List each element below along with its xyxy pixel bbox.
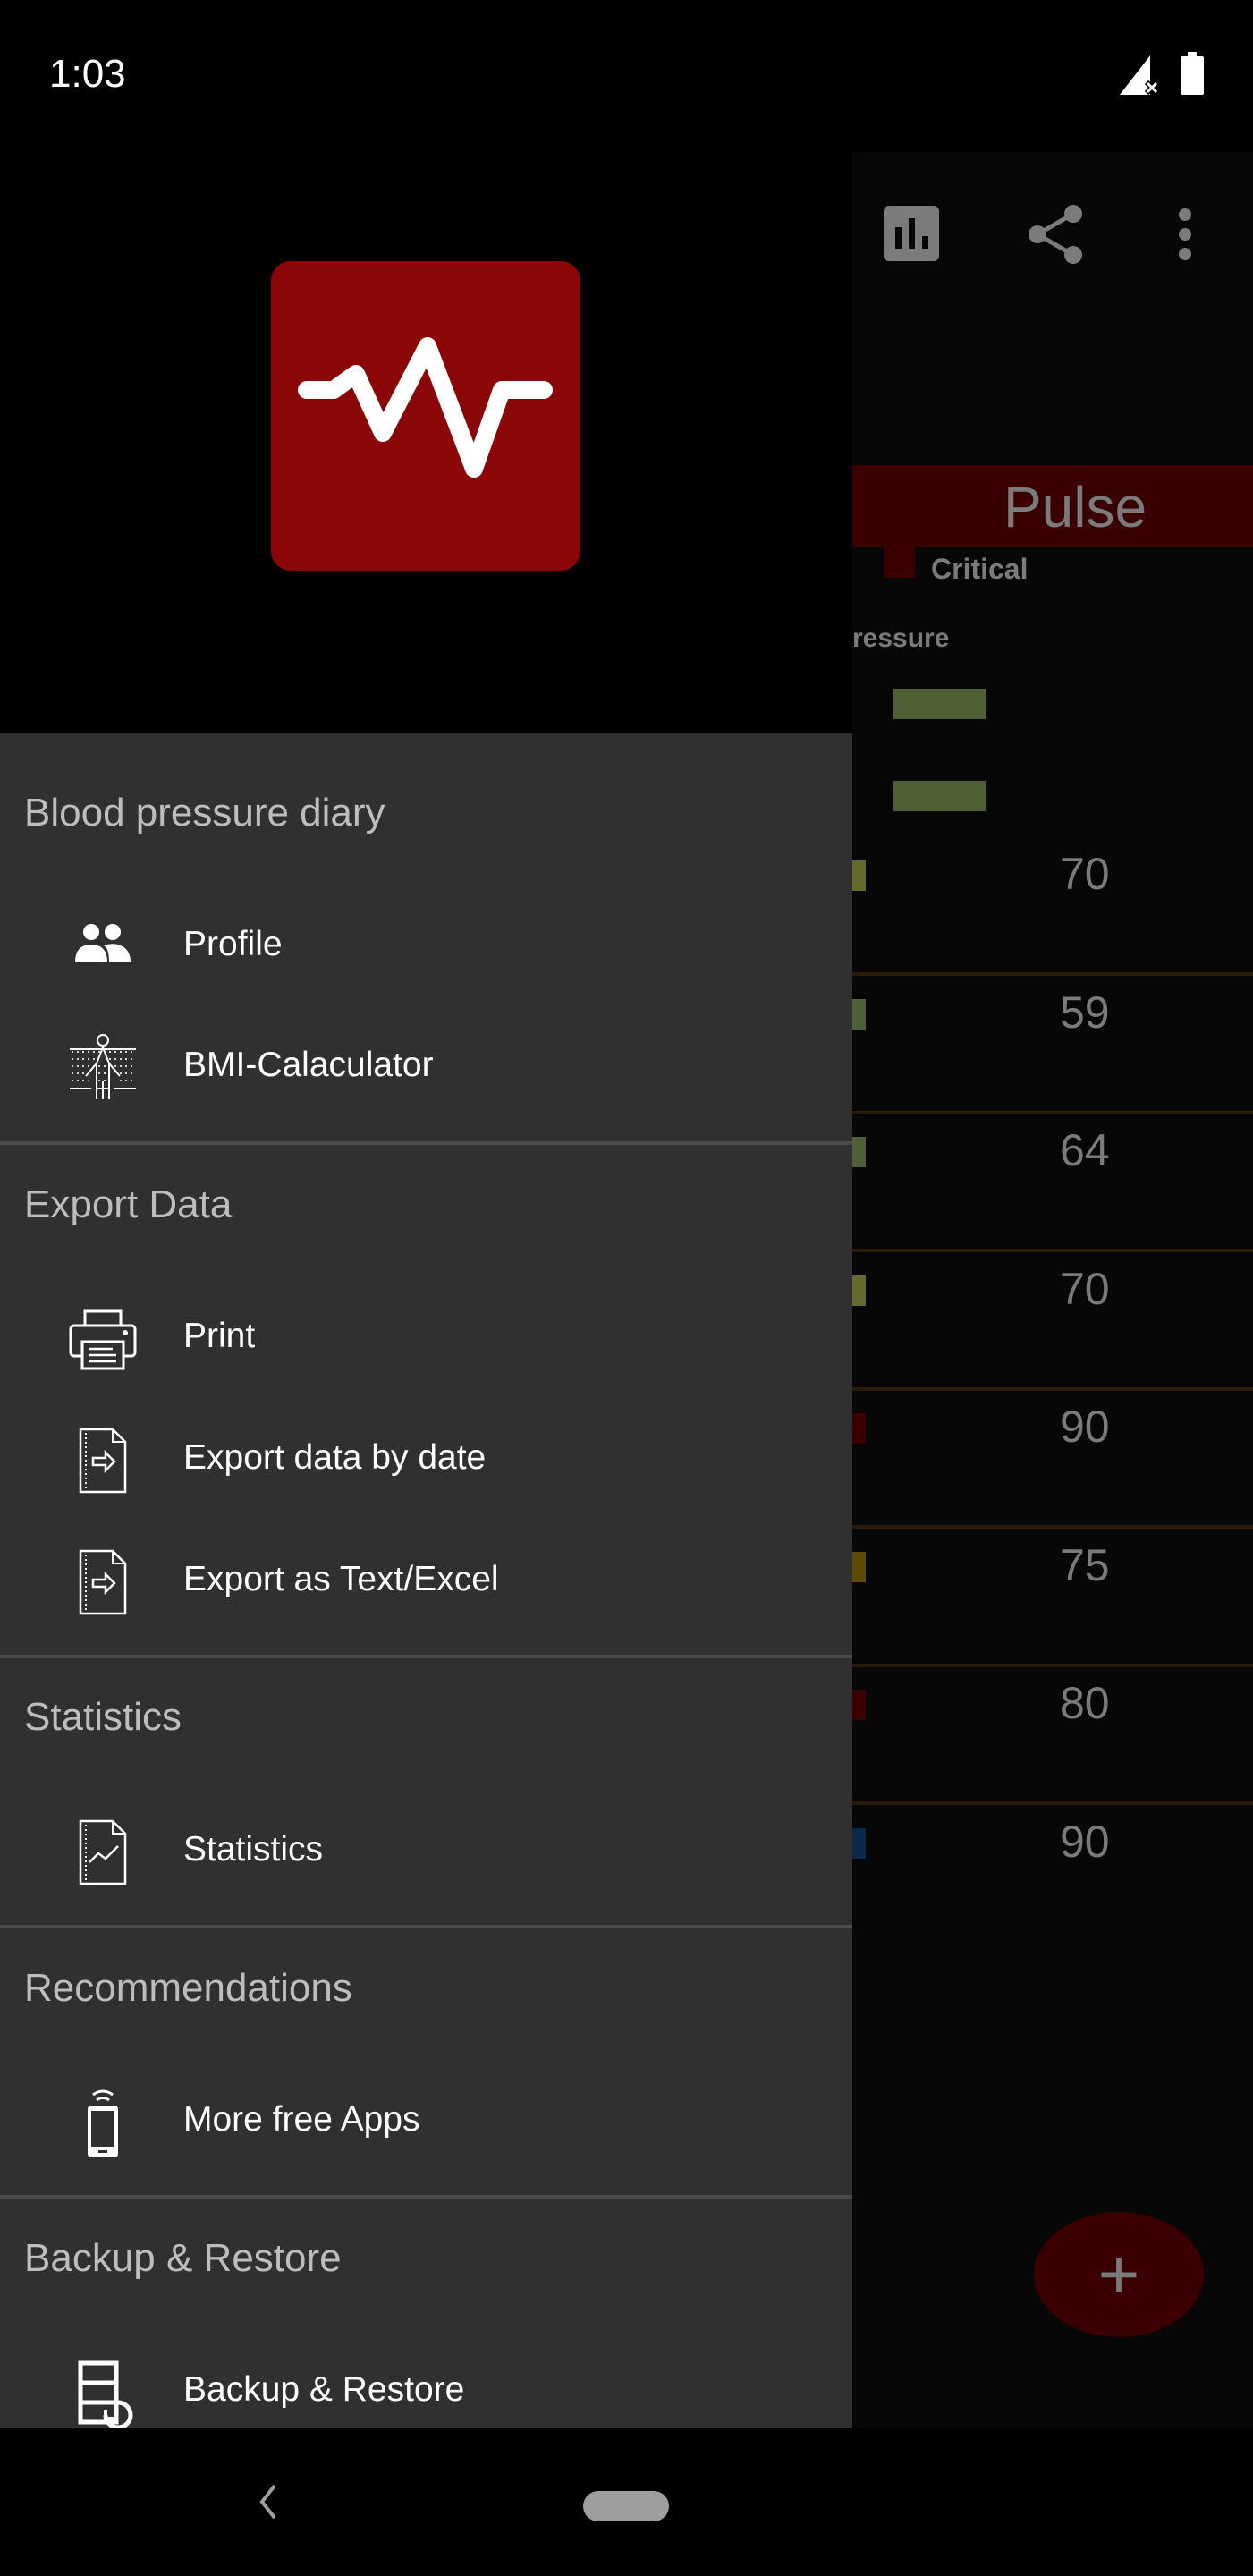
drawer-item-print[interactable]: Print [0, 1283, 852, 1390]
row-separator [852, 1801, 1253, 1805]
drawer-item-backup-restore[interactable]: Backup & Restore [0, 2336, 852, 2428]
section-title: Backup & Restore [24, 2236, 342, 2280]
pressure-legend-label: ressure [852, 623, 950, 653]
drawer-item-label: Statistics [183, 1830, 324, 1868]
pulse-value: 70 [1060, 1263, 1110, 1314]
drawer-item-statistics[interactable]: Statistics [0, 1796, 852, 1903]
pulse-row: 59 [852, 987, 1253, 1138]
app-logo [271, 261, 580, 571]
pulse-column-header: Pulse [852, 465, 1253, 547]
section-title: Statistics [24, 1695, 182, 1739]
status-swatch [852, 1275, 866, 1306]
pulse-row: 64 [852, 1125, 1253, 1275]
pulse-row: 90 [852, 1402, 1253, 1552]
drawer-item-export-data-by-date[interactable]: Export data by date [0, 1404, 852, 1512]
drawer-item-label: Backup & Restore [183, 2370, 465, 2409]
row-separator [852, 1663, 1253, 1667]
row-separator [852, 1525, 1253, 1529]
drawer-item-label: Print [183, 1317, 256, 1355]
plus-icon: + [1097, 2234, 1140, 2314]
section-divider [0, 1655, 852, 1658]
signal-no-data-icon [1120, 55, 1159, 95]
status-time: 1:03 [49, 52, 126, 96]
status-swatch [852, 1137, 866, 1167]
row-separator [852, 1110, 1253, 1114]
file-export-icon [63, 1420, 143, 1501]
heartbeat-icon [298, 337, 553, 478]
drawer-item-label: BMI-Calaculator [183, 1046, 434, 1084]
drawer-item-label: Export data by date [183, 1438, 487, 1477]
pulse-row: 70 [852, 1264, 1253, 1414]
more-vert-icon[interactable] [1176, 208, 1194, 261]
status-swatch [852, 998, 866, 1030]
pulse-header-label: Pulse [1003, 475, 1147, 539]
status-swatch [852, 1827, 866, 1859]
row-separator [852, 972, 1253, 976]
section-divider [0, 1141, 852, 1145]
critical-legend-swatch [884, 547, 915, 578]
drawer-item-label: More free Apps [183, 2100, 420, 2139]
row-separator [852, 1249, 1253, 1252]
row-separator [852, 1386, 1253, 1391]
file-export-icon [63, 1542, 143, 1623]
pulse-value: 70 [1060, 849, 1110, 899]
navigation-drawer: Blood pressure diary Profile BMI-Calaculat… [0, 733, 852, 2428]
status-bar [0, 0, 1253, 152]
critical-legend-label: Critical [931, 553, 1029, 585]
pulse-value: 90 [1060, 1816, 1110, 1867]
drawer-item-label: Export as Text/Excel [183, 1560, 499, 1598]
file-chart-icon [63, 1812, 143, 1893]
share-icon[interactable] [1029, 204, 1084, 265]
drawer-item-label: Profile [183, 925, 283, 963]
pulse-value: 64 [1060, 1125, 1110, 1175]
section-divider [0, 2195, 852, 2199]
printer-icon [63, 1299, 143, 1379]
back-icon[interactable] [255, 2482, 282, 2521]
backup-restore-icon [63, 2352, 143, 2428]
statistics-chart-icon[interactable] [884, 206, 939, 261]
legend-bar [893, 781, 986, 811]
section-title: Export Data [24, 1182, 233, 1226]
legend-bar [893, 689, 986, 719]
body-measure-icon [63, 1028, 143, 1108]
status-swatch [852, 1551, 866, 1582]
add-entry-button[interactable]: + [1034, 2212, 1204, 2337]
pulse-value: 59 [1060, 987, 1110, 1038]
section-title: Recommendations [24, 1966, 352, 2010]
people-icon [63, 907, 143, 987]
status-swatch [852, 1690, 866, 1720]
pulse-value: 80 [1060, 1678, 1110, 1728]
pulse-row: 80 [852, 1678, 1253, 1828]
pulse-value: 75 [1060, 1539, 1110, 1590]
status-swatch [852, 860, 866, 891]
pulse-row: 70 [852, 849, 1253, 999]
drawer-item-bmi-calaculator[interactable]: BMI-Calaculator [0, 1012, 852, 1119]
pulse-value: 90 [1060, 1402, 1110, 1452]
pulse-row: 75 [852, 1540, 1253, 1690]
drawer-item-export-as-text-excel[interactable]: Export as Text/Excel [0, 1526, 852, 1633]
home-button[interactable] [583, 2491, 669, 2521]
phone-wireless-icon [63, 2082, 143, 2163]
drawer-item-more-free-apps[interactable]: More free Apps [0, 2066, 852, 2174]
battery-icon [1181, 52, 1204, 95]
status-swatch [852, 1413, 866, 1444]
pulse-row: 90 [852, 1817, 1253, 1967]
section-divider [0, 1925, 852, 1928]
section-title: Blood pressure diary [24, 791, 385, 835]
drawer-item-profile[interactable]: Profile [0, 891, 852, 998]
